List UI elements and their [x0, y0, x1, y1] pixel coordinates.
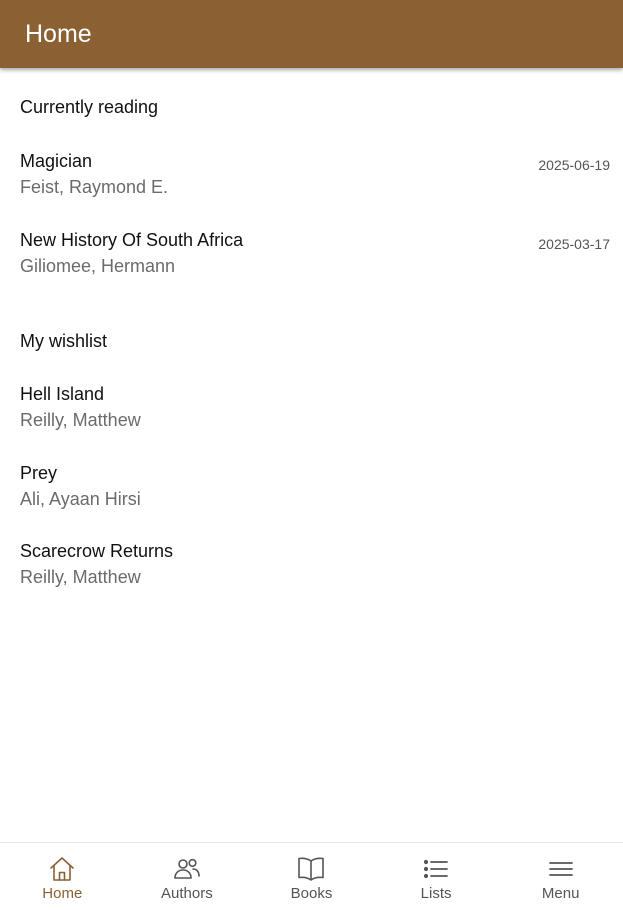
page-title: Home	[25, 20, 92, 48]
book-author: Feist, Raymond E.	[20, 177, 169, 197]
book-title: Scarecrow Returns	[20, 541, 174, 561]
nav-label-menu: Menu	[541, 885, 580, 902]
book-title: Magician	[20, 151, 93, 171]
hamburger-menu-icon	[547, 856, 575, 882]
book-title: New History Of South Africa	[20, 230, 244, 250]
nav-item-books[interactable]: Books	[249, 843, 374, 910]
section-title-wishlist: My wishlist	[20, 331, 108, 351]
book-date: 2025-06-19	[538, 157, 610, 173]
book-item-currently-reading[interactable]: Magician Feist, Raymond E. 2025-06-19	[0, 150, 623, 212]
book-item-wishlist[interactable]: Scarecrow Returns Reilly, Matthew	[0, 540, 623, 602]
nav-label-books: Books	[290, 885, 333, 902]
book-item-wishlist[interactable]: Prey Ali, Ayaan Hirsi	[0, 462, 623, 524]
book-author: Ali, Ayaan Hirsi	[20, 489, 141, 509]
book-item-currently-reading[interactable]: New History Of South Africa Giliomee, He…	[0, 229, 623, 291]
book-title: Prey	[20, 463, 58, 483]
section-title-currently-reading: Currently reading	[20, 97, 159, 117]
app-root: Home Currently reading Magician Feist, R…	[0, 0, 623, 910]
nav-label-lists: Lists	[420, 885, 452, 902]
book-author: Reilly, Matthew	[20, 567, 141, 587]
bottom-navigation: Home Authors Books Lists Menu	[0, 842, 623, 910]
home-icon	[48, 856, 76, 882]
nav-item-authors[interactable]: Authors	[125, 843, 250, 910]
main-content: Currently reading Magician Feist, Raymon…	[0, 68, 623, 842]
book-author: Reilly, Matthew	[20, 410, 141, 430]
nav-label-home: Home	[42, 885, 83, 902]
book-author: Giliomee, Hermann	[20, 256, 176, 276]
book-title: Hell Island	[20, 384, 105, 404]
nav-item-home[interactable]: Home	[0, 843, 125, 910]
nav-label-authors: Authors	[161, 885, 213, 902]
book-date: 2025-03-17	[538, 236, 610, 252]
app-header: Home	[0, 0, 623, 68]
book-item-wishlist[interactable]: Hell Island Reilly, Matthew	[0, 383, 623, 445]
open-book-icon	[297, 856, 325, 882]
nav-item-menu[interactable]: Menu	[498, 843, 623, 910]
people-icon	[173, 856, 201, 882]
list-icon	[422, 856, 450, 882]
nav-item-lists[interactable]: Lists	[374, 843, 499, 910]
